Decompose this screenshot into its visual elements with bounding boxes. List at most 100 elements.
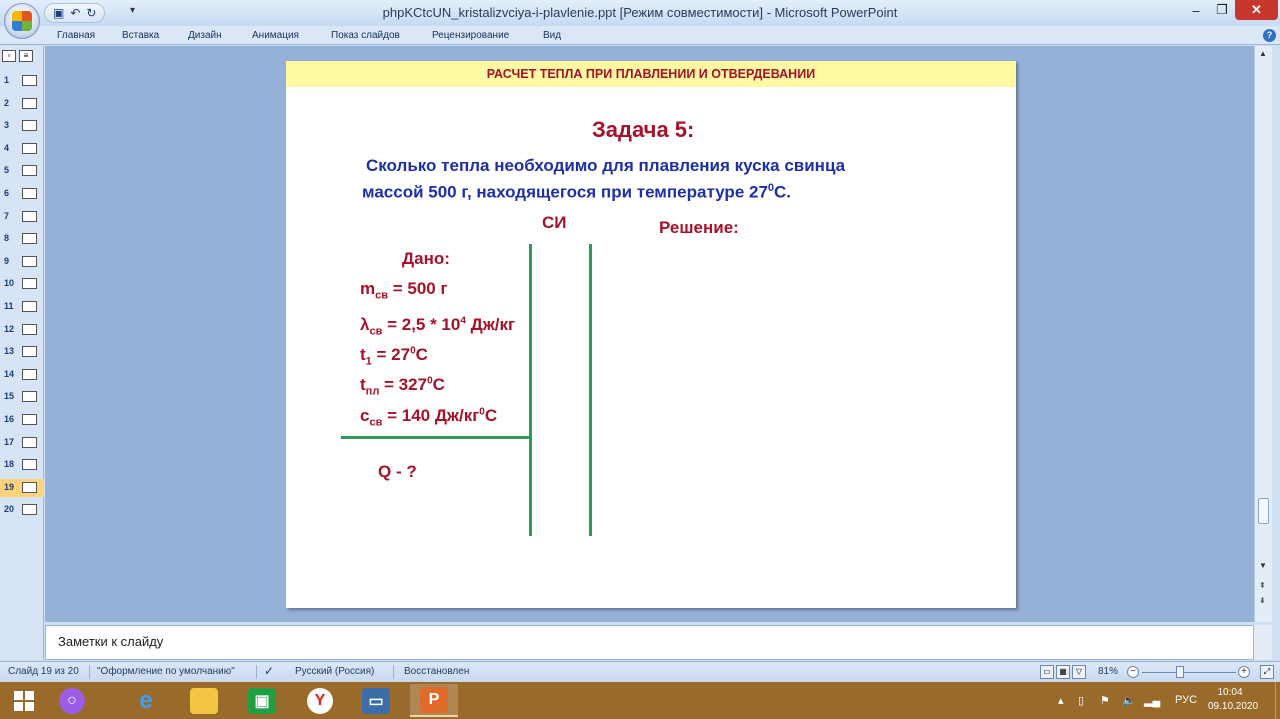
slide-thumbnail[interactable]: 15 bbox=[0, 388, 44, 406]
given-lambda: λсв = 2,5 * 104 Дж/кг bbox=[360, 315, 516, 338]
next-slide-icon[interactable]: ⇟ bbox=[1259, 596, 1266, 605]
taskbar-photos[interactable]: ▭ bbox=[352, 684, 400, 717]
slide-number: 20 bbox=[4, 504, 15, 515]
scroll-down-icon[interactable]: ▼ bbox=[1259, 561, 1267, 570]
zoom-level[interactable]: 81% bbox=[1098, 666, 1118, 677]
slideshow-view-icon[interactable]: ▽ bbox=[1072, 665, 1086, 679]
slide-thumbnail[interactable]: 19 bbox=[0, 478, 44, 497]
divider-line-right bbox=[589, 244, 592, 536]
slide-number: 12 bbox=[4, 323, 15, 334]
slide-mini-preview bbox=[22, 346, 37, 358]
status-state: Восстановлен bbox=[404, 666, 470, 677]
scroll-thumb[interactable] bbox=[1258, 498, 1269, 524]
slide-number: 4 bbox=[4, 142, 10, 153]
show-desktop-button[interactable] bbox=[1275, 682, 1280, 719]
slide-mini-preview bbox=[22, 120, 37, 132]
tray-language[interactable]: РУС bbox=[1175, 694, 1197, 706]
slide-thumbnail[interactable]: 6 bbox=[0, 185, 44, 203]
taskbar-store[interactable]: ▣ bbox=[238, 684, 286, 717]
photos-icon: ▭ bbox=[362, 687, 390, 714]
tab-animation[interactable]: Анимация bbox=[252, 30, 299, 41]
slide-mini-preview bbox=[22, 165, 37, 177]
notes-scrollbar[interactable] bbox=[1254, 625, 1272, 660]
slide-thumbnail[interactable]: 20 bbox=[0, 501, 44, 519]
slide-number: 6 bbox=[4, 188, 10, 198]
slide-thumbnail[interactable]: 14 bbox=[0, 366, 44, 384]
taskbar-cortana[interactable]: ○ bbox=[48, 684, 96, 717]
yandex-icon: Y bbox=[307, 687, 333, 714]
zoom-out-button[interactable]: − bbox=[1127, 666, 1139, 678]
question-line-2: массой 500 г, находящегося при температу… bbox=[362, 182, 792, 202]
scroll-up-icon[interactable]: ▲ bbox=[1259, 49, 1267, 58]
tab-insert[interactable]: Вставка bbox=[122, 30, 159, 41]
taskbar-explorer[interactable] bbox=[180, 684, 228, 717]
tray-volume-icon[interactable]: 🔈 bbox=[1122, 694, 1136, 707]
customize-qat-icon[interactable]: ▾ bbox=[130, 5, 135, 16]
taskbar-ie[interactable]: e bbox=[122, 684, 170, 717]
prev-slide-icon[interactable]: ⇞ bbox=[1259, 581, 1266, 590]
slide-mini-preview bbox=[22, 436, 37, 448]
start-button[interactable] bbox=[0, 684, 48, 717]
office-button[interactable] bbox=[4, 3, 40, 39]
slide-thumbnail[interactable]: 9 bbox=[0, 253, 44, 271]
slide-thumbnail[interactable]: 3 bbox=[0, 117, 44, 135]
tray-network-icon[interactable]: ▯ bbox=[1078, 694, 1084, 707]
powerpoint-icon: P bbox=[420, 686, 448, 713]
vertical-scrollbar[interactable]: ▲ ▼ ⇞ ⇟ bbox=[1254, 46, 1272, 622]
ie-icon: e bbox=[139, 686, 153, 714]
taskbar: ○ e ▣ Y ▭ P bbox=[0, 682, 1280, 719]
zoom-slider[interactable] bbox=[1142, 672, 1236, 673]
outline-tab-icon[interactable]: ≡ bbox=[19, 50, 33, 62]
slide-thumbnail[interactable]: 7 bbox=[0, 208, 44, 226]
slide-thumbnail[interactable]: 2 bbox=[0, 95, 44, 113]
tray-chevron-icon[interactable]: ▴ bbox=[1058, 694, 1064, 707]
slide-mini-preview bbox=[22, 504, 37, 516]
slide-number: 8 bbox=[4, 233, 10, 244]
taskbar-powerpoint[interactable]: P bbox=[410, 684, 458, 717]
slide-thumbnail[interactable]: 16 bbox=[0, 411, 44, 429]
notes-pane[interactable]: Заметки к слайду bbox=[45, 625, 1254, 660]
tab-design[interactable]: Дизайн bbox=[188, 30, 222, 41]
taskbar-clock[interactable]: 10:04 09.10.2020 bbox=[1208, 686, 1258, 714]
given-mass: mсв = 500 г bbox=[360, 279, 448, 302]
slide-thumbnail[interactable]: 17 bbox=[0, 434, 44, 452]
slide-header: РАСЧЕТ ТЕПЛА ПРИ ПЛАВЛЕНИИ И ОТВЕРДЕВАНИ… bbox=[286, 61, 1016, 87]
status-theme[interactable]: "Оформление по умолчанию" bbox=[97, 666, 235, 677]
slide-mini-preview bbox=[22, 255, 37, 267]
slide-thumbnail[interactable]: 4 bbox=[0, 140, 44, 158]
slide-thumbnail[interactable]: 13 bbox=[0, 343, 44, 361]
maximize-button[interactable]: ❐ bbox=[1209, 0, 1235, 20]
help-icon[interactable]: ? bbox=[1263, 29, 1276, 42]
taskbar-yandex[interactable]: Y bbox=[296, 684, 344, 717]
normal-view-icon[interactable]: ▭ bbox=[1040, 665, 1054, 679]
minimize-button[interactable]: – bbox=[1183, 0, 1209, 20]
zoom-in-button[interactable]: + bbox=[1238, 666, 1250, 678]
slides-tab-icon[interactable]: ▫ bbox=[2, 50, 16, 62]
status-language[interactable]: Русский (Россия) bbox=[295, 666, 374, 677]
zoom-slider-thumb[interactable] bbox=[1176, 666, 1184, 678]
redo-icon[interactable]: ↻ bbox=[86, 6, 96, 20]
sorter-view-icon[interactable]: ▦ bbox=[1056, 665, 1070, 679]
slide-thumbnail[interactable]: 11 bbox=[0, 298, 44, 316]
close-button[interactable]: ✕ bbox=[1235, 0, 1278, 20]
slide-thumbnail[interactable]: 5 bbox=[0, 162, 44, 180]
tray-flag-icon[interactable]: ⚑ bbox=[1100, 694, 1110, 707]
tab-slideshow[interactable]: Показ слайдов bbox=[331, 30, 400, 41]
tab-review[interactable]: Рецензирование bbox=[432, 30, 509, 41]
spellcheck-icon[interactable]: ✓ bbox=[264, 664, 274, 678]
tab-view[interactable]: Вид bbox=[543, 30, 561, 41]
slide-mini-preview bbox=[22, 188, 37, 199]
slide-thumbnail[interactable]: 10 bbox=[0, 275, 44, 293]
slide-thumbnail[interactable]: 12 bbox=[0, 321, 44, 339]
find-label: Q - ? bbox=[378, 462, 417, 481]
slide-thumbnail[interactable]: 1 bbox=[0, 72, 44, 90]
tab-home[interactable]: Главная bbox=[57, 30, 95, 41]
slide-mini-preview bbox=[22, 301, 37, 312]
undo-icon[interactable]: ↶ bbox=[70, 6, 80, 20]
slide-thumbnail[interactable]: 8 bbox=[0, 230, 44, 248]
save-icon[interactable]: ▣ bbox=[53, 6, 64, 20]
tray-signal-icon[interactable]: ▂▄ bbox=[1144, 694, 1160, 707]
fit-window-icon[interactable]: ⤢ bbox=[1260, 665, 1274, 679]
slide-canvas[interactable]: РАСЧЕТ ТЕПЛА ПРИ ПЛАВЛЕНИИ И ОТВЕРДЕВАНИ… bbox=[286, 61, 1016, 608]
slide-thumbnail[interactable]: 18 bbox=[0, 456, 44, 474]
